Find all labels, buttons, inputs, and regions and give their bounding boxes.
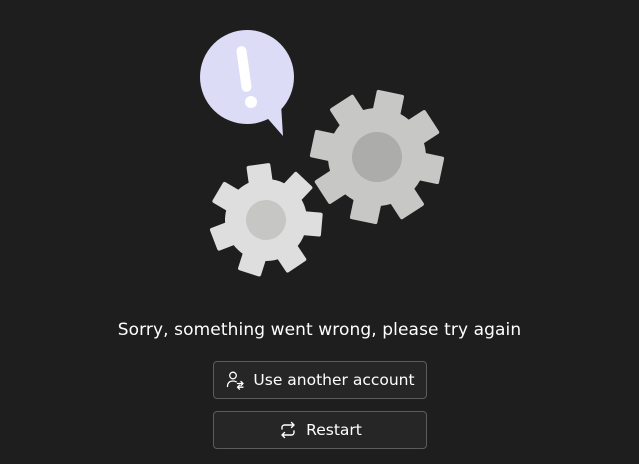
small-gear-icon bbox=[209, 163, 323, 277]
use-another-account-label: Use another account bbox=[253, 371, 415, 389]
large-gear-icon bbox=[309, 89, 445, 225]
alert-bubble-icon bbox=[200, 30, 294, 136]
error-message: Sorry, something went wrong, please try … bbox=[117, 320, 522, 340]
error-screen: Sorry, something went wrong, please try … bbox=[0, 0, 639, 464]
person-switch-icon bbox=[225, 370, 245, 390]
refresh-icon bbox=[278, 420, 298, 440]
restart-button[interactable]: Restart bbox=[213, 411, 427, 449]
restart-label: Restart bbox=[306, 421, 362, 439]
error-illustration bbox=[200, 30, 445, 277]
use-another-account-button[interactable]: Use another account bbox=[213, 361, 427, 399]
